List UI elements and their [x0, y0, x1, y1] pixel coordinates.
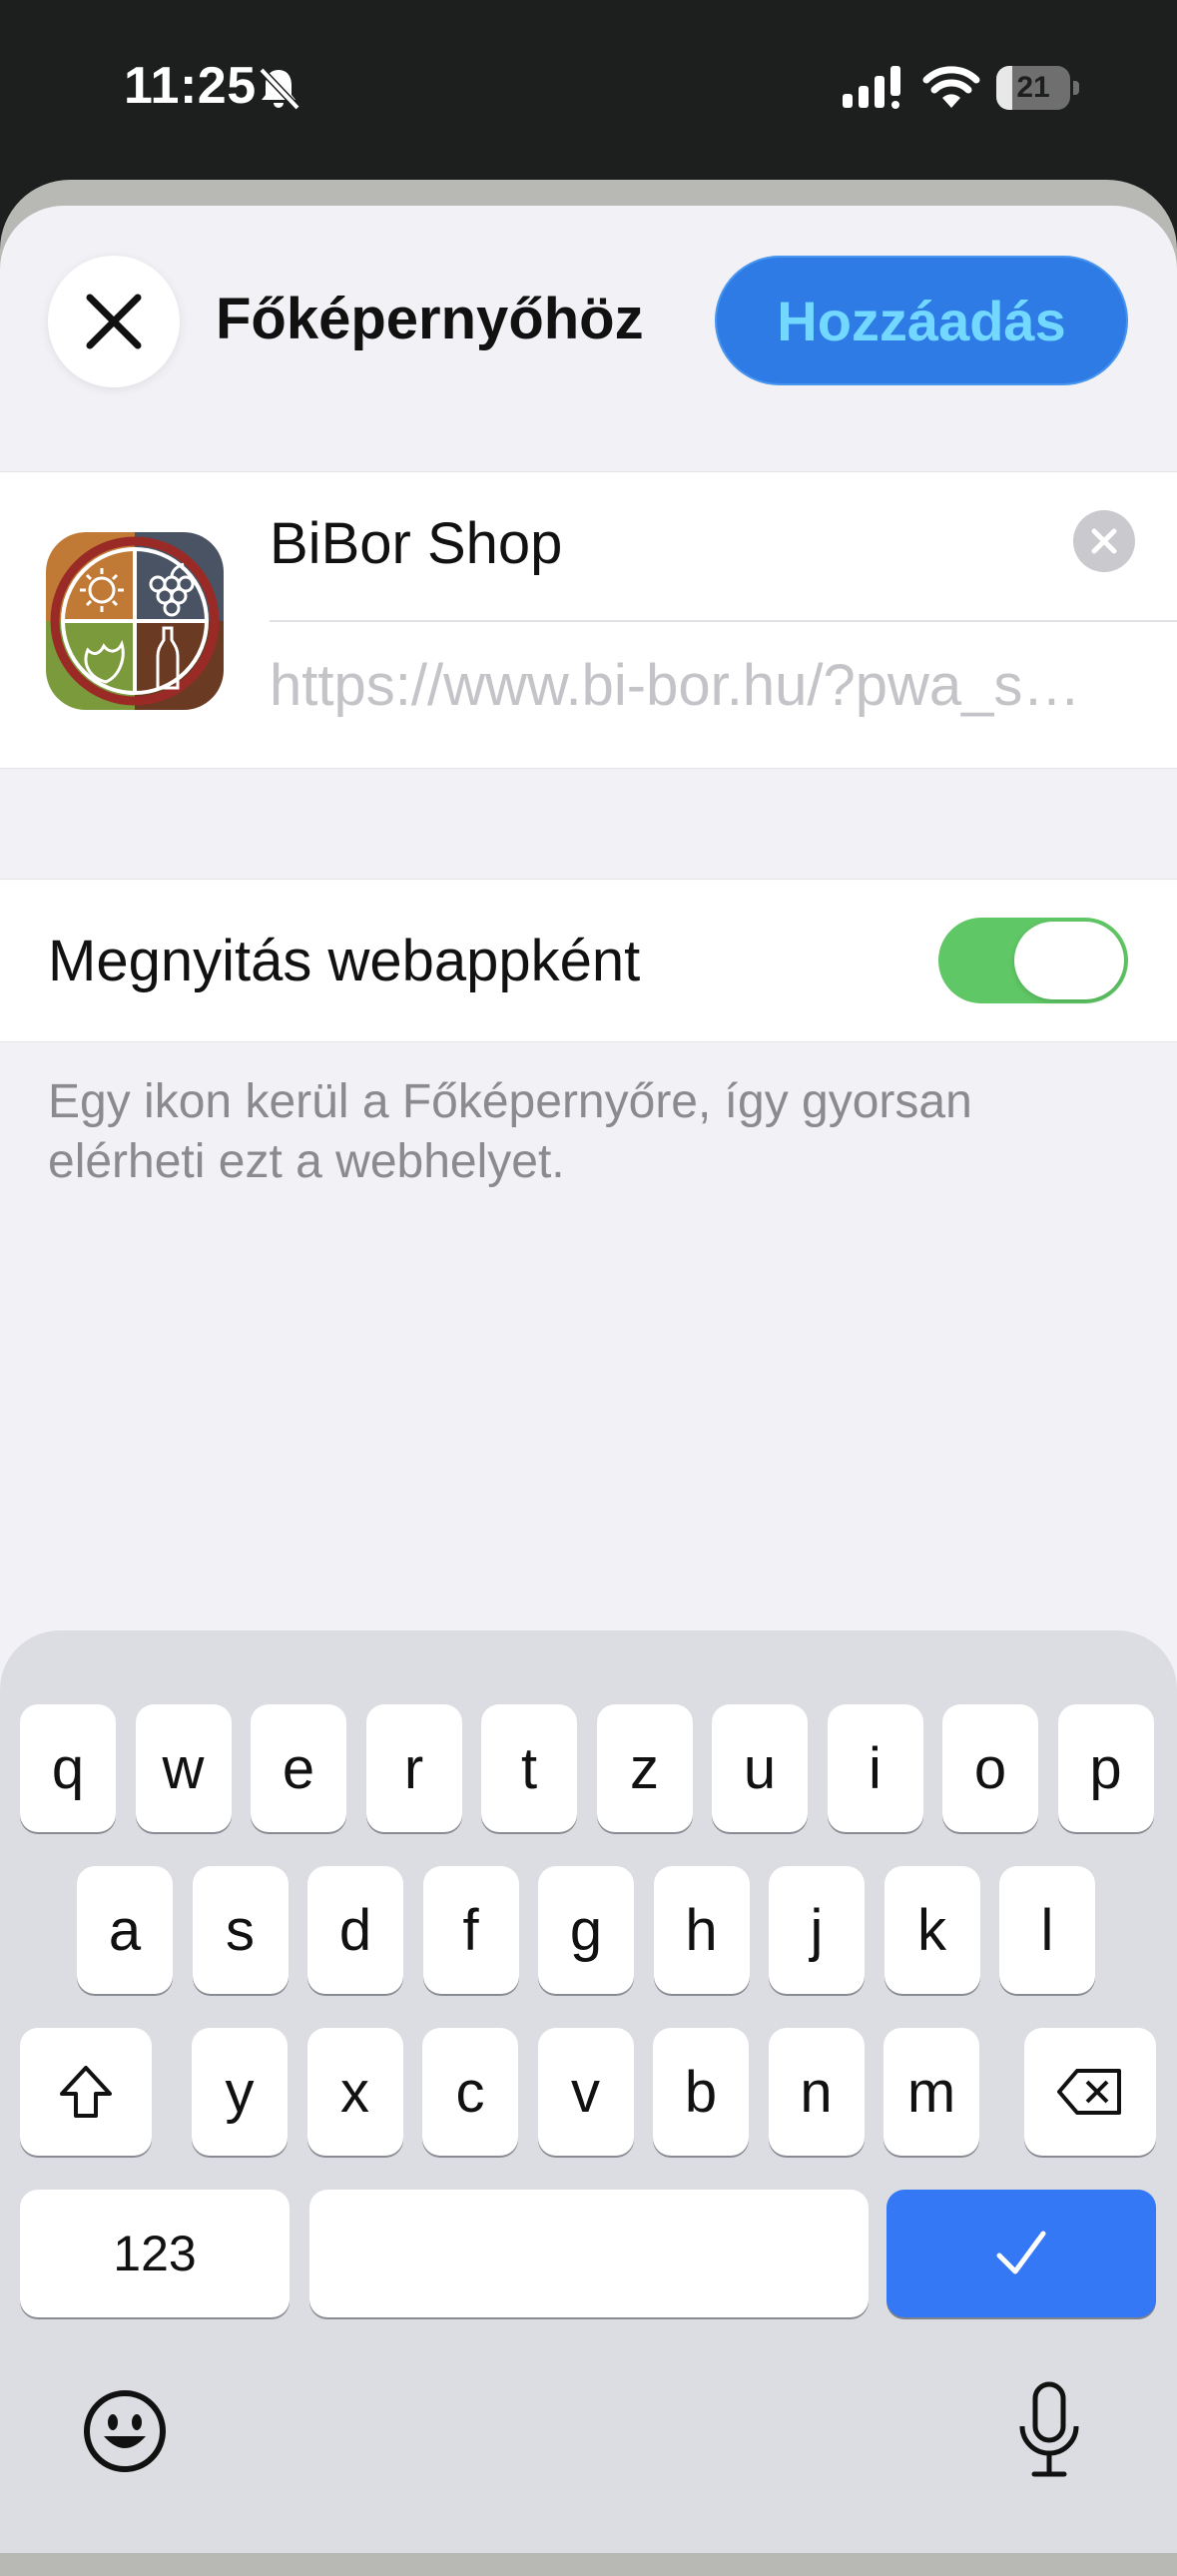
key-m[interactable]: m — [883, 2028, 979, 2156]
key-h[interactable]: h — [653, 1866, 750, 1994]
key-p[interactable]: p — [1057, 1704, 1154, 1832]
space-key[interactable] — [309, 2190, 869, 2317]
key-o[interactable]: o — [942, 1704, 1038, 1832]
emoji-icon[interactable] — [80, 2386, 170, 2476]
close-icon — [86, 294, 142, 349]
done-key[interactable] — [886, 2190, 1156, 2317]
keyboard: q w e r t z u i o p a s d f g h j k l y x c v b n m 123 — [0, 1629, 1177, 2553]
key-j[interactable]: j — [769, 1866, 865, 1994]
key-c[interactable]: c — [422, 2028, 518, 2156]
delete-key[interactable] — [1024, 2028, 1156, 2156]
app-name-value: BiBor Shop — [270, 511, 563, 576]
key-v[interactable]: v — [537, 2028, 634, 2156]
url-field: https://www.bi-bor.hu/?pwa_source=1 — [270, 653, 1108, 718]
close-button[interactable] — [48, 256, 180, 387]
silent-mode-icon — [259, 67, 300, 111]
app-name-field[interactable]: BiBor Shop — [270, 472, 1177, 622]
delete-icon — [1057, 2069, 1121, 2115]
key-i[interactable]: i — [827, 1704, 923, 1832]
key-s[interactable]: s — [192, 1866, 289, 1994]
key-q[interactable]: q — [20, 1704, 116, 1832]
key-b[interactable]: b — [653, 2028, 749, 2156]
app-info-card: BiBor Shop https://www.bi-bor.hu/?pwa_so… — [0, 471, 1177, 769]
status-time: 11:25 — [124, 57, 257, 115]
key-a[interactable]: a — [77, 1866, 173, 1994]
key-d[interactable]: d — [307, 1866, 403, 1994]
checkmark-icon — [996, 2231, 1046, 2274]
key-e[interactable]: e — [251, 1704, 346, 1832]
toggle-knob — [1014, 922, 1124, 999]
webapp-toggle-label: Megnyitás webappként — [48, 929, 641, 993]
key-k[interactable]: k — [883, 1866, 980, 1994]
key-n[interactable]: n — [768, 2028, 865, 2156]
footnote-text: Egy ikon kerül a Főképernyőre, így gyors… — [48, 1075, 972, 1188]
clear-icon — [1091, 528, 1117, 554]
key-z[interactable]: z — [596, 1704, 693, 1832]
key-f[interactable]: f — [422, 1866, 519, 1994]
key-g[interactable]: g — [538, 1866, 634, 1994]
battery-icon: 21 — [996, 66, 1080, 110]
battery-level: 21 — [1016, 71, 1050, 104]
status-bar: 11:25 21 — [0, 0, 1177, 180]
microphone-icon[interactable] — [1014, 2380, 1084, 2480]
sheet-title: Főképernyőhöz — [216, 287, 644, 351]
app-icon — [46, 532, 224, 710]
shift-icon — [60, 2066, 112, 2118]
key-u[interactable]: u — [712, 1704, 808, 1832]
cellular-signal-icon — [843, 66, 900, 109]
webapp-toggle[interactable] — [938, 918, 1128, 1003]
numbers-key[interactable]: 123 — [20, 2190, 290, 2317]
key-x[interactable]: x — [306, 2028, 403, 2156]
key-l[interactable]: l — [999, 1866, 1095, 1994]
wifi-icon — [922, 66, 980, 108]
key-y[interactable]: y — [192, 2028, 288, 2156]
clear-text-button[interactable] — [1073, 510, 1135, 572]
webapp-setting-row: Megnyitás webappként — [0, 879, 1177, 1042]
shift-key[interactable] — [20, 2028, 152, 2156]
key-t[interactable]: t — [481, 1704, 577, 1832]
add-button[interactable]: Hozzáadás — [715, 256, 1128, 385]
key-r[interactable]: r — [365, 1704, 462, 1832]
key-w[interactable]: w — [135, 1704, 232, 1832]
